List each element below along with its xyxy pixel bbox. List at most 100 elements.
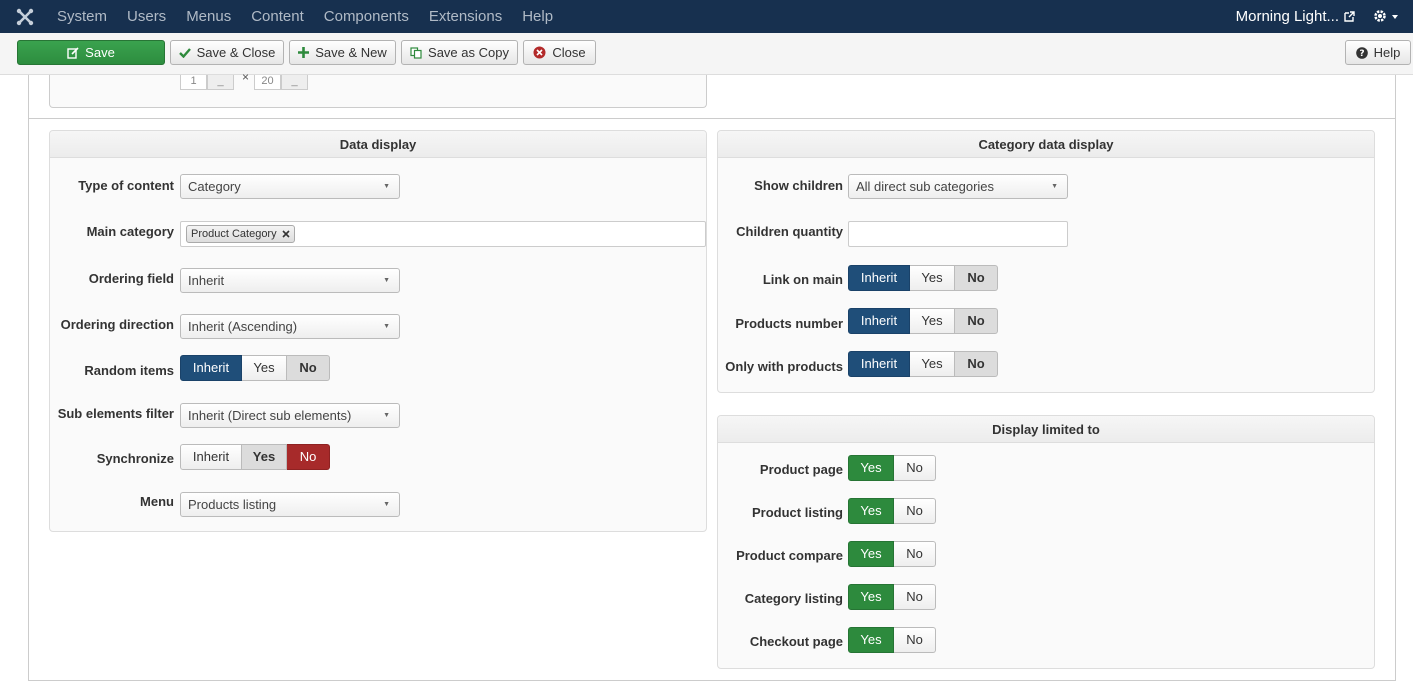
toolbar: Save Save & Close Save & New Save as Cop… bbox=[0, 33, 1413, 75]
only-with-products-yes[interactable]: Yes bbox=[910, 351, 955, 377]
product-listing-yes[interactable]: Yes bbox=[848, 498, 894, 524]
product-compare-toggle: Yes No bbox=[848, 541, 936, 567]
menu-users[interactable]: Users bbox=[127, 8, 166, 25]
save-close-button[interactable]: Save & Close bbox=[170, 40, 284, 65]
save-copy-label: Save as Copy bbox=[428, 45, 509, 60]
save-button[interactable]: Save bbox=[17, 40, 165, 65]
ordering-direction-label: Ordering direction bbox=[60, 317, 174, 332]
product-page-toggle: Yes No bbox=[848, 455, 936, 481]
main-category-label: Main category bbox=[86, 224, 174, 239]
ordering-field-select[interactable]: Inherit bbox=[180, 268, 400, 293]
link-on-main-no[interactable]: No bbox=[955, 265, 998, 291]
show-children-select[interactable]: All direct sub categories bbox=[848, 174, 1068, 199]
save-close-label: Save & Close bbox=[196, 45, 276, 60]
help-label: Help bbox=[1373, 45, 1401, 60]
product-compare-yes[interactable]: Yes bbox=[848, 541, 894, 567]
product-compare-no[interactable]: No bbox=[894, 541, 936, 567]
gear-icon bbox=[1374, 10, 1386, 22]
main-menu: System Users Menus Content Components Ex… bbox=[57, 8, 573, 25]
products-number-yes[interactable]: Yes bbox=[910, 308, 955, 334]
synchronize-toggle: Inherit Yes No bbox=[180, 444, 330, 470]
joomla-logo-icon[interactable] bbox=[16, 8, 34, 26]
random-items-no[interactable]: No bbox=[287, 355, 330, 381]
top-navbar: System Users Menus Content Components Ex… bbox=[0, 0, 1413, 33]
checkout-page-no[interactable]: No bbox=[894, 627, 936, 653]
menu-extensions[interactable]: Extensions bbox=[429, 8, 502, 25]
save-copy-button[interactable]: Save as Copy bbox=[401, 40, 518, 65]
sub-elements-filter-select[interactable]: Inherit (Direct sub elements) bbox=[180, 403, 400, 428]
product-page-no[interactable]: No bbox=[894, 455, 936, 481]
only-with-products-no[interactable]: No bbox=[955, 351, 998, 377]
times-sign: × bbox=[242, 70, 250, 84]
external-link-icon bbox=[1344, 11, 1355, 22]
data-display-title: Data display bbox=[50, 131, 706, 158]
checkout-page-label: Checkout page bbox=[749, 634, 843, 649]
synchronize-label: Synchronize bbox=[96, 451, 174, 466]
category-listing-yes[interactable]: Yes bbox=[848, 584, 894, 610]
check-icon bbox=[178, 48, 191, 58]
caret-down-icon bbox=[1392, 15, 1398, 19]
link-on-main-yes[interactable]: Yes bbox=[910, 265, 955, 291]
category-data-display-title: Category data display bbox=[718, 131, 1374, 158]
question-circle-icon: ? bbox=[1355, 46, 1368, 59]
checkout-page-toggle: Yes No bbox=[848, 627, 936, 653]
product-listing-toggle: Yes No bbox=[848, 498, 936, 524]
product-listing-no[interactable]: No bbox=[894, 498, 936, 524]
category-listing-toggle: Yes No bbox=[848, 584, 936, 610]
category-tag: Product Category bbox=[186, 225, 295, 243]
main-category-input[interactable]: Product Category bbox=[180, 221, 706, 247]
only-with-products-inherit[interactable]: Inherit bbox=[848, 351, 910, 377]
svg-text:?: ? bbox=[1359, 49, 1364, 59]
image-height-input[interactable]: 20 bbox=[254, 75, 281, 90]
link-on-main-label: Link on main bbox=[762, 272, 843, 287]
edit-icon bbox=[67, 46, 79, 59]
menu-menus[interactable]: Menus bbox=[186, 8, 231, 25]
site-name: Morning Light... bbox=[1235, 8, 1339, 25]
products-number-label: Products number bbox=[735, 316, 843, 331]
close-button[interactable]: Close bbox=[523, 40, 596, 65]
menu-system[interactable]: System bbox=[57, 8, 107, 25]
synchronize-inherit[interactable]: Inherit bbox=[180, 444, 242, 470]
random-items-yes[interactable]: Yes bbox=[242, 355, 287, 381]
only-with-products-label: Only with products bbox=[725, 359, 843, 374]
menu-help[interactable]: Help bbox=[522, 8, 553, 25]
products-number-no[interactable]: No bbox=[955, 308, 998, 334]
image-width-unit[interactable]: _ bbox=[207, 75, 234, 90]
image-width-input[interactable]: 1 bbox=[180, 75, 207, 90]
category-data-display-panel: Category data display Show children All … bbox=[717, 130, 1375, 393]
settings-dropdown[interactable] bbox=[1371, 7, 1401, 25]
random-items-label: Random items bbox=[84, 363, 174, 378]
type-of-content-select[interactable]: Category bbox=[180, 174, 400, 199]
sub-elements-filter-label: Sub elements filter bbox=[57, 406, 174, 421]
image-height-unit[interactable]: _ bbox=[281, 75, 308, 90]
display-limited-to-title: Display limited to bbox=[718, 416, 1374, 443]
products-number-inherit[interactable]: Inherit bbox=[848, 308, 910, 334]
menu-select[interactable]: Products listing bbox=[180, 492, 400, 517]
random-items-inherit[interactable]: Inherit bbox=[180, 355, 242, 381]
type-of-content-label: Type of content bbox=[78, 178, 174, 193]
link-on-main-inherit[interactable]: Inherit bbox=[848, 265, 910, 291]
only-with-products-toggle: Inherit Yes No bbox=[848, 351, 998, 377]
product-page-yes[interactable]: Yes bbox=[848, 455, 894, 481]
children-quantity-input[interactable] bbox=[848, 221, 1068, 247]
remove-tag-icon[interactable] bbox=[282, 230, 290, 238]
display-limited-to-panel: Display limited to Product page Yes No P… bbox=[717, 415, 1375, 669]
ordering-direction-select[interactable]: Inherit (Ascending) bbox=[180, 314, 400, 339]
save-label: Save bbox=[85, 45, 115, 60]
checkout-page-yes[interactable]: Yes bbox=[848, 627, 894, 653]
show-children-label: Show children bbox=[754, 178, 843, 193]
menu-components[interactable]: Components bbox=[324, 8, 409, 25]
product-compare-label: Product compare bbox=[736, 548, 843, 563]
category-listing-no[interactable]: No bbox=[894, 584, 936, 610]
site-link[interactable]: Morning Light... bbox=[1236, 8, 1355, 25]
random-items-toggle: Inherit Yes No bbox=[180, 355, 330, 381]
product-page-label: Product page bbox=[759, 462, 843, 477]
synchronize-yes[interactable]: Yes bbox=[242, 444, 287, 470]
section-divider bbox=[28, 118, 1396, 119]
children-quantity-label: Children quantity bbox=[736, 224, 843, 239]
menu-content[interactable]: Content bbox=[251, 8, 304, 25]
save-new-button[interactable]: Save & New bbox=[289, 40, 396, 65]
help-button[interactable]: ? Help bbox=[1345, 40, 1411, 65]
plus-icon bbox=[298, 47, 310, 58]
synchronize-no[interactable]: No bbox=[287, 444, 330, 470]
